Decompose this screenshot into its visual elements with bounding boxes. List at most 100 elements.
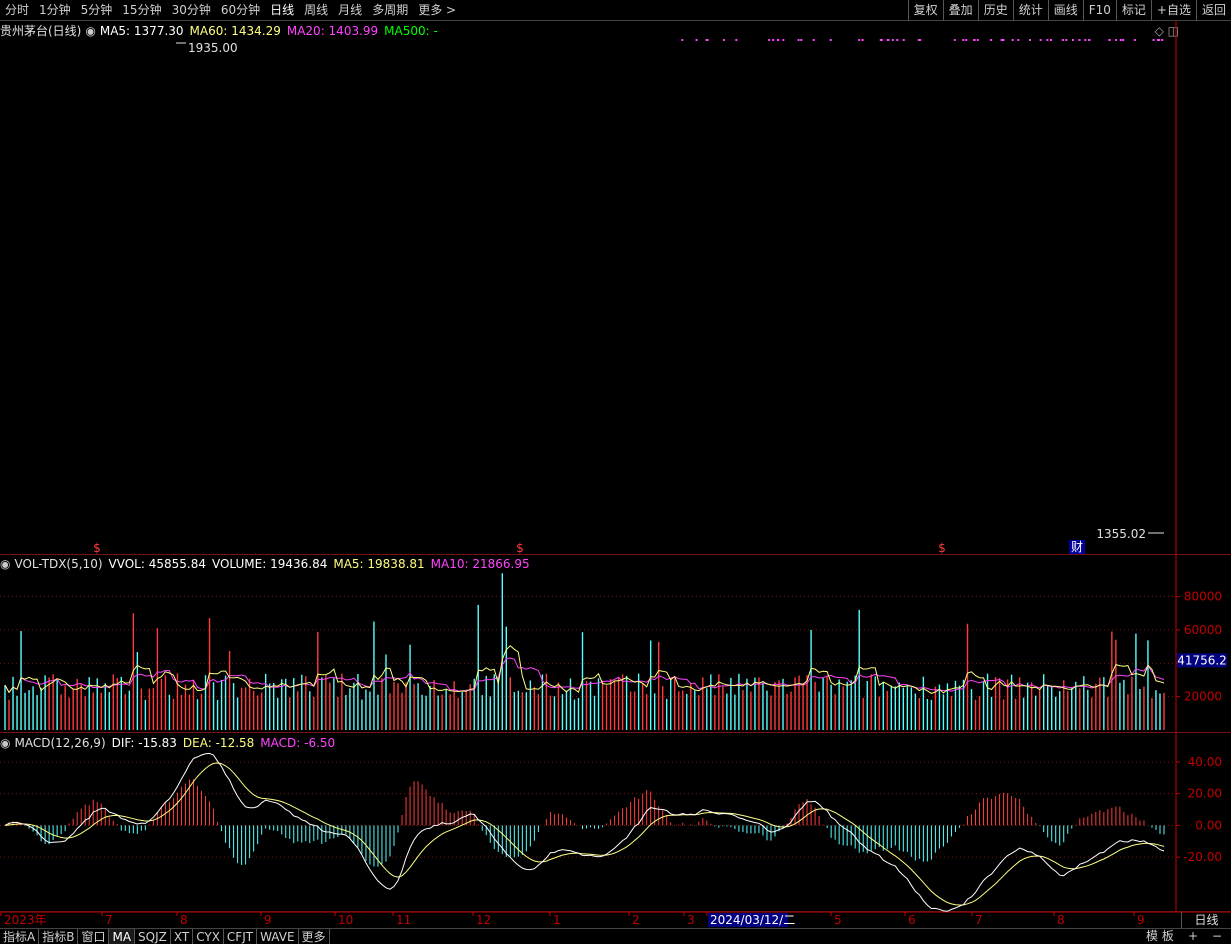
volume-pane: 8000060000400002000041756.2 [0, 555, 1231, 733]
event-dot [962, 39, 965, 41]
date-label: 2023年 [4, 913, 47, 927]
dividend-marker: $ [93, 541, 101, 555]
event-dot [917, 39, 920, 41]
tab-1min[interactable]: 1分钟 [34, 0, 76, 21]
event-dot [1133, 39, 1136, 41]
event-dot [797, 39, 800, 41]
tab-60min[interactable]: 60分钟 [216, 0, 265, 21]
event-dot [1002, 39, 1005, 41]
adjust-button[interactable]: 复权 [907, 0, 943, 21]
event-dot [1078, 39, 1081, 41]
event-dot [1011, 39, 1014, 41]
date-label: 11 [396, 913, 411, 927]
more-button[interactable]: 更多 [299, 928, 330, 944]
event-dot [777, 39, 780, 41]
event-dot [772, 39, 775, 41]
event-dot [1050, 39, 1053, 41]
event-dot [990, 39, 993, 41]
macd-axis-label: -20.00 [1183, 850, 1222, 864]
macd-chart[interactable]: 40.00 20.00 0.00 -20.00 [0, 733, 1231, 912]
mark-button[interactable]: 标记 [1115, 0, 1151, 21]
volume-chart[interactable]: 8000060000400002000041756.2 [0, 555, 1231, 733]
event-dot [1046, 39, 1049, 41]
zoom-out-button[interactable]: − [1212, 929, 1222, 944]
f10-button[interactable]: F10 [1082, 0, 1116, 21]
date-label: 7 [105, 913, 113, 927]
tab-cyx[interactable]: CYX [193, 928, 224, 944]
event-dot [1088, 39, 1091, 41]
event-dot [861, 39, 864, 41]
tab-weekly[interactable]: 周线 [299, 0, 333, 21]
tab-sqjz[interactable]: SQJZ [135, 928, 171, 944]
vol-axis-label: 80000 [1184, 590, 1222, 604]
event-dot [695, 39, 698, 41]
history-button[interactable]: 历史 [977, 0, 1013, 21]
event-dot [782, 39, 785, 41]
date-label: 1 [553, 913, 561, 927]
event-dot [800, 39, 803, 41]
vol-axis-label: 60000 [1184, 623, 1222, 637]
event-dot [1119, 39, 1122, 41]
tab-wave[interactable]: WAVE [257, 928, 299, 944]
tab-daily[interactable]: 日线 [265, 0, 299, 21]
date-label: 9 [264, 913, 272, 927]
date-label: 9 [1137, 913, 1145, 927]
event-dot [1115, 39, 1118, 41]
tab-cfjt[interactable]: CFJT [224, 928, 258, 944]
event-dot [1039, 39, 1042, 41]
indicator-b-button[interactable]: 指标B [39, 928, 79, 944]
candlestick-chart[interactable]: 1900185018001750170016501600155015001450… [0, 21, 1231, 555]
event-dot [976, 39, 979, 41]
event-dot [891, 39, 894, 41]
date-label: 3 [687, 913, 695, 927]
event-dot [902, 39, 905, 41]
template-button[interactable]: 模 板 [1146, 929, 1174, 944]
dif-line [4, 752, 1165, 912]
event-dot [1084, 39, 1087, 41]
date-label: 12 [476, 913, 491, 927]
tab-5min[interactable]: 5分钟 [76, 0, 118, 21]
event-dot [706, 39, 709, 41]
macd-pane: 40.00 20.00 0.00 -20.00 [0, 733, 1231, 912]
event-dot [1000, 39, 1003, 41]
macd-axis-label: 20.00 [1188, 787, 1222, 801]
event-dot [880, 39, 883, 41]
window-button[interactable]: 窗口 [78, 928, 110, 944]
period-button[interactable]: 日线 [1181, 912, 1231, 928]
event-dot [722, 39, 725, 41]
tab-more[interactable]: 更多 > [413, 0, 461, 21]
tab-multi-period[interactable]: 多周期 [367, 0, 413, 21]
tab-timeshare[interactable]: 分时 [0, 0, 34, 21]
macd-axis-label: 40.00 [1188, 755, 1222, 769]
event-dot [973, 39, 976, 41]
event-dot [1065, 39, 1068, 41]
add-watchlist-button[interactable]: +自选 [1150, 0, 1196, 21]
date-axis: 2023年 7 8 9 10 11 12 1 2 3 2024/03/12/二 5 6 7 8 9 [0, 912, 1231, 927]
date-label: 8 [180, 913, 188, 927]
tab-ma[interactable]: MA [109, 928, 136, 944]
overlay-button[interactable]: 叠加 [942, 0, 978, 21]
event-dot [1017, 39, 1020, 41]
tab-15min[interactable]: 15分钟 [117, 0, 166, 21]
draw-button[interactable]: 画线 [1047, 0, 1083, 21]
low-price-label: 1355.02 [1096, 527, 1146, 541]
event-dot [953, 39, 956, 41]
high-price-label: 1935.00 [188, 41, 238, 55]
event-dot [887, 39, 890, 41]
stats-button[interactable]: 统计 [1012, 0, 1048, 21]
date-label: 7 [975, 913, 983, 927]
event-dot [735, 39, 738, 41]
period-tabs: 分时 1分钟 5分钟 15分钟 30分钟 60分钟 日线 周线 月线 多周期 更… [0, 0, 461, 21]
tab-monthly[interactable]: 月线 [333, 0, 367, 21]
event-dot [681, 39, 684, 41]
event-dot [1071, 39, 1074, 41]
tab-30min[interactable]: 30分钟 [167, 0, 216, 21]
event-dot [1029, 39, 1032, 41]
zoom-in-button[interactable]: + [1188, 929, 1198, 944]
event-dot [965, 39, 968, 41]
date-label: 8 [1057, 913, 1065, 927]
event-dot [1152, 39, 1155, 41]
tab-xt[interactable]: XT [171, 928, 194, 944]
back-button[interactable]: 返回 [1195, 0, 1231, 21]
indicator-a-button[interactable]: 指标A [0, 928, 40, 944]
